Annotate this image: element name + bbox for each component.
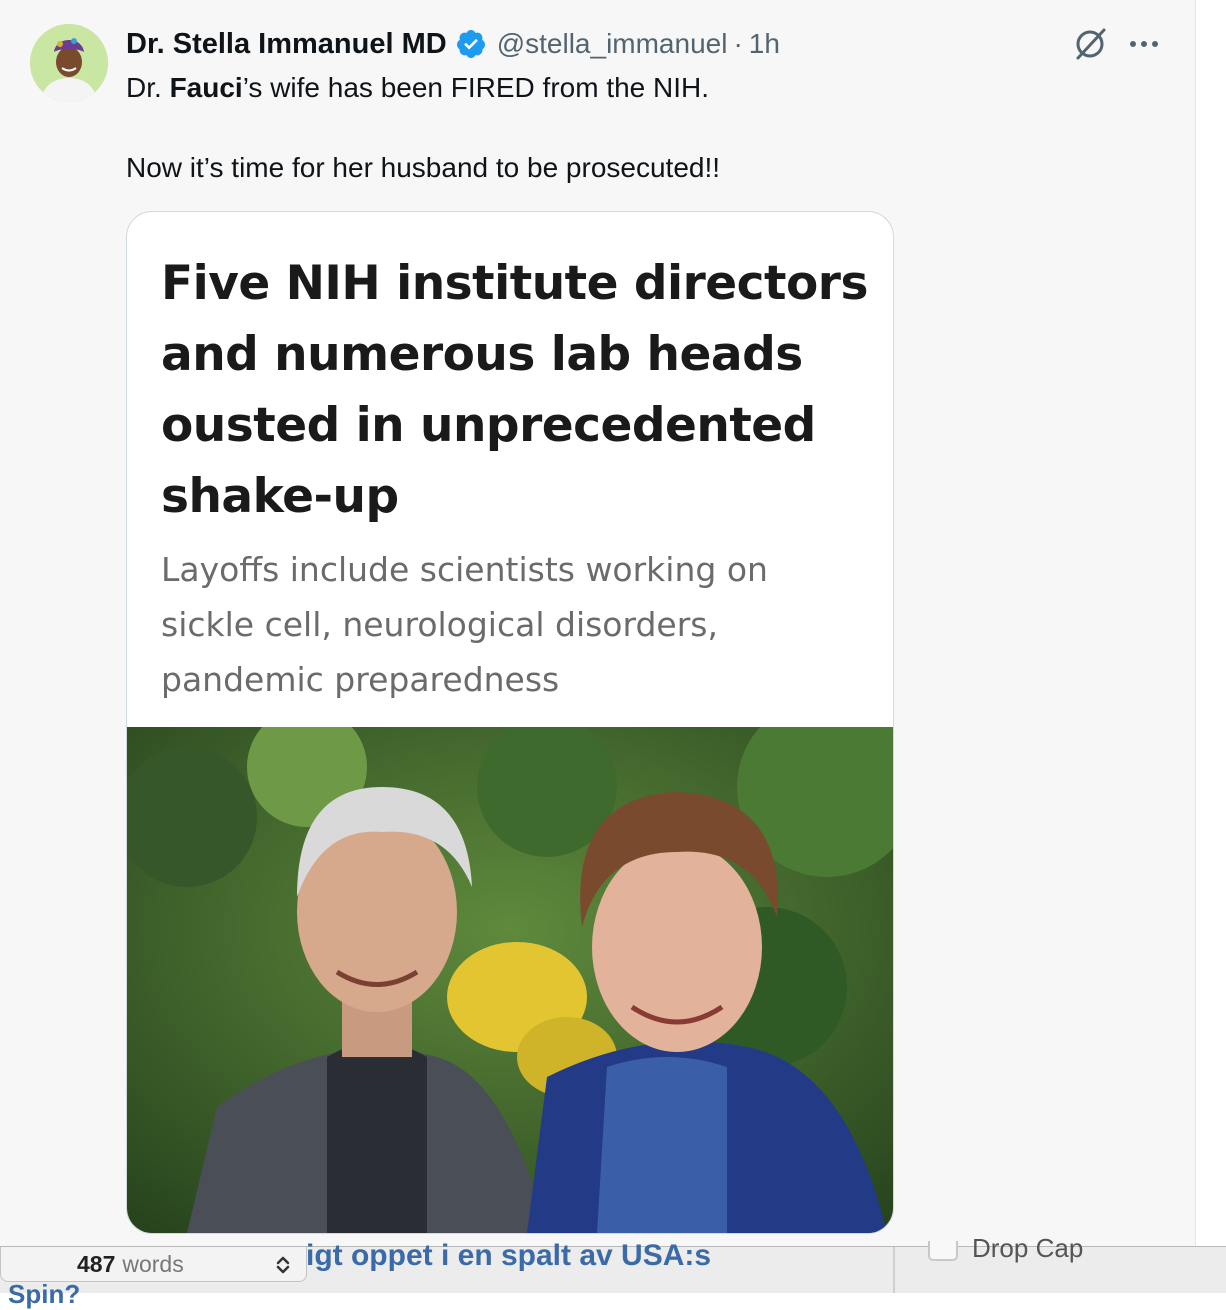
separator-dot: · xyxy=(733,28,743,59)
tweet-header: Dr. Stella Immanuel MD @stella_immanuel … xyxy=(126,24,780,64)
editor-status-bar: 487 words igt oppet i en spalt av USA:s … xyxy=(0,1233,1226,1309)
tweet-text-prefix: Dr. xyxy=(126,72,170,103)
card-headline: Five NIH institute directors and numerou… xyxy=(161,256,868,524)
author-handle[interactable]: @stella_immanuel xyxy=(497,28,728,60)
more-horizontal-icon[interactable] xyxy=(1124,24,1164,64)
tweet: Dr. Stella Immanuel MD @stella_immanuel … xyxy=(0,0,1195,1246)
media-card[interactable]: Five NIH institute directors and numerou… xyxy=(126,211,894,1234)
tweet-text-suffix: ’s wife has been FIRED from the NIH. xyxy=(242,72,710,103)
verified-badge-icon xyxy=(456,30,485,58)
tweet-text-line-2: Now it’s time for her husband to be pros… xyxy=(126,152,721,183)
drop-cap-checkbox[interactable] xyxy=(928,1241,958,1261)
stepper-icon[interactable] xyxy=(273,1253,293,1277)
word-count-label: words xyxy=(122,1250,184,1277)
tweet-timestamp[interactable]: 1h xyxy=(749,28,780,60)
panel-divider xyxy=(893,1247,895,1293)
photo-two-people[interactable] xyxy=(127,727,893,1233)
document-text-fragment-2: Spin? xyxy=(8,1279,81,1309)
user-avatar[interactable] xyxy=(30,24,108,102)
word-count-control[interactable]: 487 words xyxy=(0,1247,307,1282)
author-display-name[interactable]: Dr. Stella Immanuel MD xyxy=(126,28,447,61)
tweet-text-bold: Fauci xyxy=(169,72,243,103)
word-count-number: 487 xyxy=(77,1250,116,1277)
drop-cap-label: Drop Cap xyxy=(972,1233,1084,1263)
document-text-fragment: igt oppet i en spalt av USA:s xyxy=(306,1239,712,1272)
right-rail xyxy=(1195,0,1226,1246)
card-subhead: Layoffs include scientists working on si… xyxy=(161,550,768,699)
tweet-text-line-1: Dr. Fauci’s wife has been FIRED from the… xyxy=(126,68,1046,108)
tweet-text: Dr. Fauci’s wife has been FIRED from the… xyxy=(126,68,1046,188)
grok-icon[interactable] xyxy=(1070,24,1110,64)
